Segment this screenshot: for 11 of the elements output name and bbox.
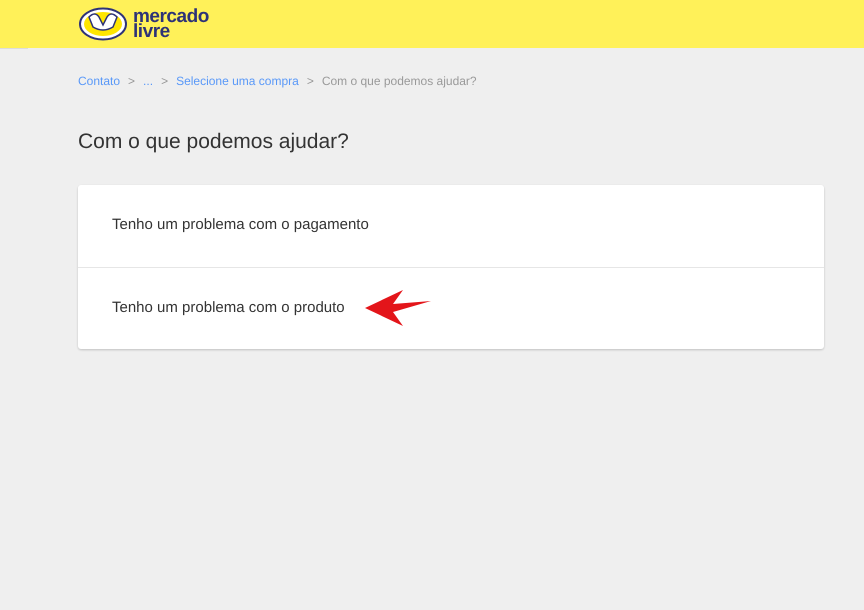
breadcrumb-separator: > [306, 73, 314, 90]
breadcrumb-separator: > [128, 73, 136, 90]
breadcrumb-separator: > [161, 73, 168, 90]
arrow-icon [364, 289, 431, 327]
option-link[interactable]: Tenho um problema com o produto [112, 296, 345, 320]
logo[interactable]: mercado livre [79, 7, 209, 41]
logo-text: mercado [133, 9, 209, 24]
logo-text: livre [133, 24, 170, 39]
breadcrumb-current: Com o que podemos ajudar? [322, 73, 477, 90]
page-title: Com o que podemos ajudar? [77, 129, 350, 155]
option-link[interactable]: Tenho um problema com o pagamento [112, 214, 369, 237]
